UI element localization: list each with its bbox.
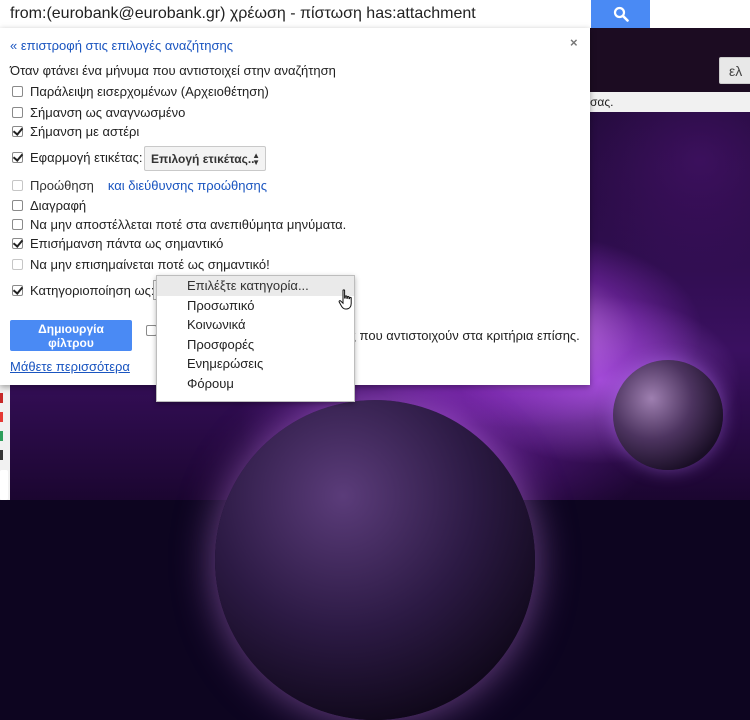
forward-checkbox[interactable] — [12, 180, 23, 191]
search-button[interactable] — [591, 0, 650, 28]
option-forward[interactable]: Προώθηση και διεύθυνσης προώθησης — [12, 178, 267, 193]
create-filter-button[interactable]: Δημιουργία φίλτρου — [10, 320, 132, 351]
topbar-right-area — [650, 0, 750, 28]
language-button[interactable]: ελ — [719, 57, 750, 84]
option-apply-label[interactable]: Εφαρμογή ετικέτας: — [12, 150, 143, 165]
option-label: Προώθηση — [30, 178, 94, 193]
left-edge-marker-green — [0, 431, 3, 441]
option-label: Κατηγοριοποίηση ως: — [30, 283, 155, 298]
categorize-checkbox[interactable] — [12, 285, 23, 296]
info-strip-text: σας. — [590, 95, 614, 109]
large-planet-image — [215, 400, 535, 720]
learn-more-link[interactable]: Μάθετε περισσότερα — [10, 359, 130, 374]
option-label: Να μην επισημαίνεται ποτέ ως σημαντικό! — [30, 257, 270, 272]
option-star[interactable]: Σήμανση με αστέρι — [12, 124, 139, 139]
mark-read-checkbox[interactable] — [12, 107, 23, 118]
back-to-search-options-link[interactable]: « επιστροφή στις επιλογές αναζήτησης — [10, 38, 233, 53]
search-bar — [0, 0, 750, 28]
search-icon — [613, 6, 629, 22]
small-planet-image — [613, 360, 723, 470]
option-label: Εφαρμογή ετικέτας: — [30, 150, 143, 165]
dropdown-option-social[interactable]: Κοινωνικά — [157, 315, 354, 335]
option-categorize[interactable]: Κατηγοριοποίηση ως: — [12, 283, 154, 298]
dropdown-option-personal[interactable]: Προσωπικό — [157, 296, 354, 316]
option-label: Διαγραφή — [30, 198, 87, 213]
never-important-checkbox[interactable] — [12, 259, 23, 270]
hand-cursor-icon — [338, 289, 352, 310]
left-edge-marker-red-2 — [0, 412, 3, 422]
option-always-important[interactable]: Επισήμανση πάντα ως σημαντικό — [12, 236, 223, 251]
never-spam-checkbox[interactable] — [12, 219, 23, 230]
left-edge-marker-dark — [0, 450, 3, 460]
option-label: Σήμανση με αστέρι — [30, 124, 140, 139]
option-label: Να μην αποστέλλεται ποτέ στα ανεπιθύμητα… — [30, 217, 347, 232]
add-forward-address-link[interactable]: και διεύθυνσης προώθησης — [108, 178, 267, 193]
star-checkbox[interactable] — [12, 126, 23, 137]
option-never-important[interactable]: Να μην επισημαίνεται ποτέ ως σημαντικό! — [12, 257, 270, 272]
skip-inbox-checkbox[interactable] — [12, 86, 23, 97]
delete-checkbox[interactable] — [12, 200, 23, 211]
dropdown-option-choose-category[interactable]: Επιλέξτε κατηγορία... — [157, 276, 354, 296]
label-select[interactable]: Επιλογή ετικέτας... ▲ ▼ — [144, 146, 266, 171]
apply-label-checkbox[interactable] — [12, 152, 23, 163]
select-arrows-icon: ▲ ▼ — [252, 151, 260, 167]
dropdown-option-forums[interactable]: Φόρουμ — [157, 374, 354, 394]
option-delete[interactable]: Διαγραφή — [12, 198, 86, 213]
filter-description: Όταν φτάνει ένα μήνυμα που αντιστοιχεί σ… — [10, 63, 336, 78]
label-select-value: Επιλογή ετικέτας... — [151, 151, 258, 166]
dropdown-option-promotions[interactable]: Προσφορές — [157, 335, 354, 355]
close-icon[interactable]: × — [570, 35, 578, 50]
left-edge-button[interactable] — [0, 470, 8, 500]
category-dropdown-list: Επιλέξτε κατηγορία... Προσωπικό Κοινωνικ… — [156, 275, 355, 402]
option-label: Σήμανση ως αναγνωσμένο — [30, 105, 186, 120]
option-never-spam[interactable]: Να μην αποστέλλεται ποτέ στα ανεπιθύμητα… — [12, 217, 346, 232]
search-input[interactable] — [0, 0, 590, 28]
apply-existing-label: ίες που αντιστοιχούν στα κριτήρια επίσης… — [341, 328, 580, 343]
option-mark-read[interactable]: Σήμανση ως αναγνωσμένο — [12, 105, 185, 120]
option-label: Παράλειψη εισερχομένων (Αρχειοθέτηση) — [30, 84, 269, 99]
info-strip: σας. — [590, 92, 750, 112]
dropdown-option-updates[interactable]: Ενημερώσεις — [157, 354, 354, 374]
always-important-checkbox[interactable] — [12, 238, 23, 249]
option-label: Επισήμανση πάντα ως σημαντικό — [30, 236, 224, 251]
option-skip-inbox[interactable]: Παράλειψη εισερχομένων (Αρχειοθέτηση) — [12, 84, 269, 99]
left-edge-marker-red — [0, 393, 3, 403]
